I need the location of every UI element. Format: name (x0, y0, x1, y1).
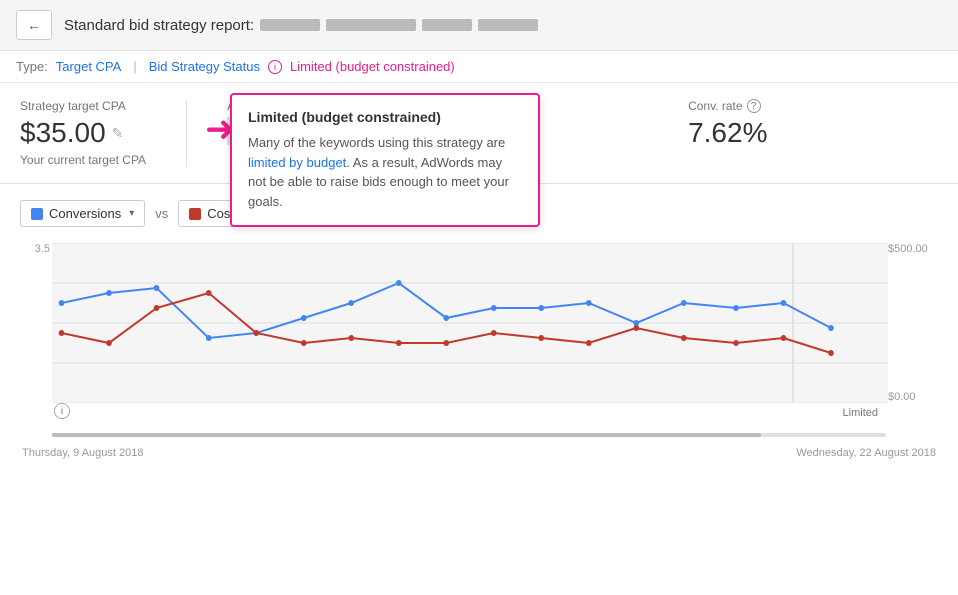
x-axis-end: Wednesday, 22 August 2018 (796, 447, 936, 459)
tooltip-title: Limited (budget constrained) (248, 109, 522, 125)
chart-info-icon[interactable]: i (54, 403, 70, 419)
chart-area: 3.5 $500.00 $0.00 (20, 243, 938, 443)
strategy-cpa-sub: Your current target CPA (20, 153, 146, 167)
chart-svg (52, 243, 888, 403)
limited-badge: Limited (843, 407, 878, 419)
conversions-label: Conversions (49, 206, 121, 221)
top-bar: ← Standard bid strategy report: (0, 0, 958, 51)
x-axis-start: Thursday, 9 August 2018 (22, 447, 144, 459)
scrollbar-thumb (52, 433, 761, 437)
metric-conv-rate: Conv. rate ? 7.62% (688, 99, 807, 167)
report-title-text: Standard bid strategy report: (64, 17, 254, 34)
tooltip-text-before: Many of the keywords using this strategy… (248, 135, 505, 150)
type-label: Type: (16, 59, 48, 74)
status-icon: i (268, 60, 282, 74)
y-axis-left: 3.5 (20, 243, 50, 403)
title-blurred-2 (326, 19, 416, 31)
type-row: Type: Target CPA | Bid Strategy Status i… (0, 51, 958, 83)
status-link[interactable]: Limited (budget constrained) (290, 59, 455, 74)
conversions-chevron: ▾ (129, 208, 134, 219)
title-blurred-3 (422, 19, 472, 31)
back-icon: ← (27, 17, 41, 33)
strategy-cpa-value: $35.00 ✎ (20, 117, 146, 149)
cost-conv-color-dot (189, 208, 201, 220)
type-value[interactable]: Target CPA (56, 59, 122, 74)
conversions-color-dot (31, 208, 43, 220)
metrics-section: Strategy target CPA $35.00 ✎ Your curren… (0, 83, 958, 184)
y-axis-right: $500.00 $0.00 (888, 243, 938, 403)
back-button[interactable]: ← (16, 10, 52, 40)
conversions-button[interactable]: Conversions ▾ (20, 200, 145, 227)
report-title: Standard bid strategy report: (64, 17, 538, 34)
chart-section: Conversions ▾ vs Cost / conv. ▾ Daily ▾ … (0, 184, 958, 475)
tooltip-link[interactable]: limited by budget (248, 155, 346, 170)
title-blurred-4 (478, 19, 538, 31)
separator: | (133, 59, 136, 74)
conv-rate-label: Conv. rate ? (688, 99, 767, 113)
strategy-cpa-label: Strategy target CPA (20, 99, 146, 113)
x-axis-labels: Thursday, 9 August 2018 Wednesday, 22 Au… (20, 447, 938, 459)
title-blurred-1 (260, 19, 320, 31)
conv-rate-help-icon[interactable]: ? (747, 99, 761, 113)
strategy-cpa-amount: $35.00 (20, 117, 106, 149)
bid-strategy-link[interactable]: Bid Strategy Status (149, 59, 260, 74)
conv-rate-label-text: Conv. rate (688, 99, 742, 113)
metric-strategy-cpa: Strategy target CPA $35.00 ✎ Your curren… (20, 99, 187, 167)
chart-scrollbar[interactable] (52, 433, 886, 437)
vs-label: vs (155, 206, 168, 221)
tooltip-text: Many of the keywords using this strategy… (248, 133, 522, 211)
conv-rate-value: 7.62% (688, 117, 767, 149)
edit-icon[interactable]: ✎ (112, 125, 124, 142)
tooltip-popup: Limited (budget constrained) Many of the… (230, 93, 540, 227)
